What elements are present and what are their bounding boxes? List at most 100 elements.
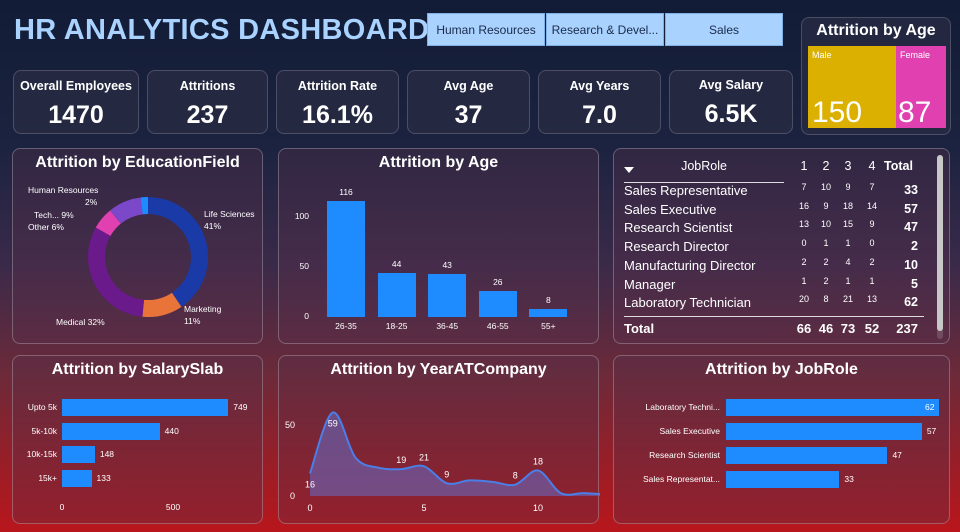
table-cell: 4 xyxy=(845,256,851,267)
kpi-avg-age: Avg Age 37 xyxy=(407,70,530,134)
table-row-label: Research Director xyxy=(624,239,729,255)
jobrole-category-label: Laboratory Techni... xyxy=(645,402,721,412)
salary-bar xyxy=(62,399,229,416)
salary-bar-value: 440 xyxy=(164,425,179,436)
donut-label-life-pct: 41% xyxy=(204,221,222,231)
y-tick-label: 0 xyxy=(290,491,295,501)
table-row-label: Sales Executive xyxy=(624,201,717,217)
table-cell: 33 xyxy=(904,183,918,197)
jobrole-bar-value: 33 xyxy=(844,474,854,484)
y-tick-label: 50 xyxy=(285,420,295,430)
kpi-label: Overall Employees xyxy=(20,79,132,93)
jobrole-bar-value: 57 xyxy=(926,426,937,436)
table-header-cell: 3 xyxy=(844,159,852,173)
table-cell: 13 xyxy=(866,294,877,305)
table-cell: 10 xyxy=(820,182,831,192)
years-data-label: 8 xyxy=(513,471,518,481)
salary-category-label: 10k-15k xyxy=(26,449,57,459)
slicer-human-resources[interactable]: Human Resources xyxy=(427,13,545,46)
slicer-sales[interactable]: Sales xyxy=(665,13,783,46)
female-tile[interactable]: Female 87 xyxy=(896,46,946,129)
donut-label-life: Life Sciences xyxy=(204,209,255,219)
table-cell: 10 xyxy=(904,257,918,272)
education-donut-chart[interactable] xyxy=(13,149,264,345)
table-cell: 1 xyxy=(823,238,829,249)
table-cell: 62 xyxy=(904,295,918,310)
table-cell: 2 xyxy=(869,256,875,267)
age-category-label: 36-45 xyxy=(436,321,459,331)
salary-bar xyxy=(62,422,160,440)
table-scrollbar-track[interactable] xyxy=(937,155,943,339)
age-bar-value: 116 xyxy=(339,187,353,197)
total-divider xyxy=(624,316,924,317)
age-category-label: 18-25 xyxy=(385,321,408,331)
table-cell: 2 xyxy=(801,256,807,267)
education-panel: Attrition by EducationField Human Resour… xyxy=(12,148,263,344)
kpi-value: 237 xyxy=(186,101,229,129)
salary-category-label: 15k+ xyxy=(38,472,57,483)
dashboard-title: HR ANALYTICS DASHBOARD xyxy=(14,14,430,46)
table-total-cell: 66 xyxy=(796,321,812,336)
table-scrollbar-thumb[interactable] xyxy=(937,155,943,331)
female-label: Female xyxy=(900,50,931,60)
table-total-cell: 237 xyxy=(896,321,918,336)
years-data-label: 16 xyxy=(305,479,315,489)
years-data-label: 21 xyxy=(419,452,429,462)
jobrole-category-label: Sales Representat... xyxy=(642,474,720,484)
donut-slice-medical[interactable] xyxy=(87,227,144,317)
kpi-value: 6.5K xyxy=(704,100,758,128)
table-header-cell: JobRole xyxy=(681,159,727,173)
years-data-label: 19 xyxy=(396,455,406,465)
x-tick-label: 0 xyxy=(59,502,65,512)
kpi-attrition-rate: Attrition Rate 16.1% xyxy=(276,70,399,134)
table-cell: 16 xyxy=(798,200,809,211)
table-total-cell: 46 xyxy=(818,321,834,336)
x-tick-label: 0 xyxy=(307,503,312,513)
salary-category-label: 5k-10k xyxy=(31,425,57,436)
age-category-label: 46-55 xyxy=(486,321,509,331)
kpi-value: 7.0 xyxy=(582,101,617,129)
table-total-label: Total xyxy=(624,321,655,336)
kpi-value: 16.1% xyxy=(302,101,373,129)
table-cell: 0 xyxy=(869,238,875,249)
table-cell: 2 xyxy=(823,256,829,267)
age-bar-chart: 0 50 100 116 26-35 44 18-25 43 36-45 26 46-55 8 55+ xyxy=(279,149,600,345)
x-tick-label: 5 xyxy=(421,503,426,513)
kpi-label: Avg Salary xyxy=(698,78,764,92)
age-bar-value: 26 xyxy=(493,277,503,287)
table-cell: 7 xyxy=(801,182,807,192)
table-cell: 9 xyxy=(869,219,875,230)
table-header-cell: 1 xyxy=(800,159,808,173)
table-cell: 47 xyxy=(904,220,918,235)
donut-label-medical: Medical 32% xyxy=(56,317,105,327)
x-tick-label: 10 xyxy=(533,503,543,513)
age-bar xyxy=(377,273,416,317)
table-total-cell: 52 xyxy=(864,321,880,336)
salary-bar xyxy=(62,446,95,463)
table-cell: 2 xyxy=(823,275,829,286)
table-cell: 9 xyxy=(845,182,851,192)
donut-slice-life-sciences[interactable] xyxy=(148,197,208,307)
table-total-cell: 73 xyxy=(840,321,856,336)
age-bar-value: 44 xyxy=(391,259,402,269)
kpi-value: 37 xyxy=(454,101,483,129)
male-tile[interactable]: Male 150 xyxy=(808,46,896,129)
table-cell: 57 xyxy=(904,201,918,216)
female-value: 87 xyxy=(898,96,932,129)
kpi-label: Attritions xyxy=(179,79,236,93)
age-category-label: 26-35 xyxy=(335,321,357,331)
salary-bar-value: 749 xyxy=(233,402,248,412)
kpi-overall-employees: Overall Employees 1470 xyxy=(13,70,139,134)
salary-bar xyxy=(62,469,92,487)
jobrole-bar-value: 47 xyxy=(892,450,902,460)
slicer-research-development[interactable]: Research & Devel... xyxy=(546,13,664,46)
table-header-cell: 2 xyxy=(822,159,830,173)
table-cell: 20 xyxy=(798,294,809,305)
table-row-label: Manufacturing Director xyxy=(624,257,756,273)
donut-label-tech: Tech... 9% xyxy=(34,210,74,220)
salary-panel: Attrition by SalarySlab Upto 5k 749 5k-10k… xyxy=(12,355,263,524)
gender-card-title: Attrition by Age xyxy=(816,22,936,39)
table-cell: 5 xyxy=(911,276,918,291)
y-tick-label: 100 xyxy=(294,211,309,221)
donut-label-marketing: Marketing xyxy=(184,304,222,314)
